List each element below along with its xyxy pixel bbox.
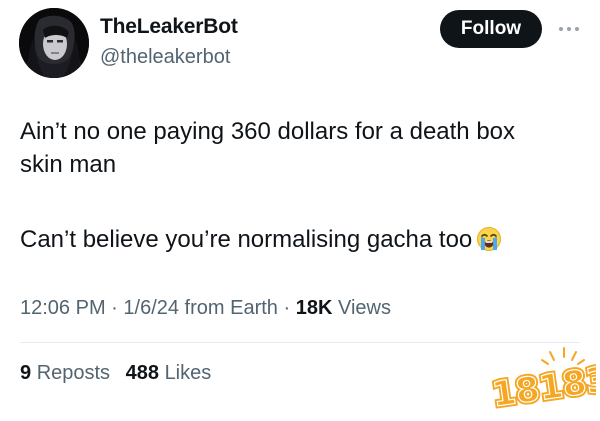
tweet-text-line: Can’t believe you’re normalising gacha t…: [20, 224, 580, 261]
meta-separator: ·: [105, 297, 124, 319]
engagement-stats: 9 Reposts 488 Likes: [20, 362, 221, 385]
reposts-label: Reposts: [36, 362, 111, 384]
tweet-text-line: Ain’t no one paying 360 dollars for a de…: [20, 118, 516, 145]
handle[interactable]: @theleakerbot: [100, 46, 230, 69]
views-count[interactable]: 18K: [296, 297, 333, 319]
likes-count: 488: [125, 362, 159, 384]
loudly-crying-face-icon: [476, 226, 502, 261]
reposts-count: 9: [20, 362, 32, 384]
views-label: Views: [332, 297, 391, 319]
tweet-text-span: Can’t believe you’re normalising gacha t…: [20, 226, 473, 253]
likes-stat[interactable]: 488 Likes: [126, 362, 212, 384]
divider: [20, 342, 580, 343]
more-options-button[interactable]: [556, 16, 582, 42]
tweet-text-line: skin man: [20, 151, 117, 178]
tweet-location: from Earth: [179, 297, 278, 319]
reposts-stat[interactable]: 9 Reposts: [20, 362, 110, 384]
likes-label: Likes: [164, 362, 212, 384]
tweet-date[interactable]: 1/6/24: [123, 297, 179, 319]
display-name[interactable]: TheLeakerBot: [100, 15, 238, 39]
tweet-meta: 12:06 PM · 1/6/24 from Earth · 18K Views: [20, 297, 391, 320]
avatar[interactable]: [19, 8, 89, 78]
avatar-image: [19, 8, 89, 78]
watermark-logo: 18183 18183: [484, 344, 600, 418]
svg-text:18183: 18183: [490, 359, 596, 415]
tweet-card: TheLeakerBot @theleakerbot Follow Ain’t …: [0, 0, 600, 419]
meta-separator: ·: [277, 297, 296, 319]
tweet-time[interactable]: 12:06 PM: [20, 297, 106, 319]
follow-button[interactable]: Follow: [440, 10, 542, 48]
more-dots-icon: [559, 27, 579, 31]
